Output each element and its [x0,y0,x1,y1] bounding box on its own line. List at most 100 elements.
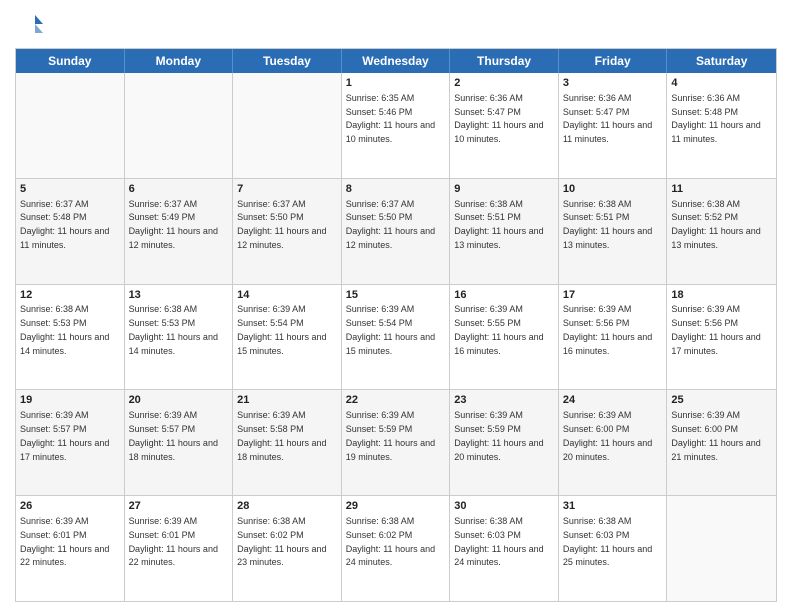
weekday-header-monday: Monday [125,49,234,73]
day-info: Sunrise: 6:38 AM Sunset: 5:51 PM Dayligh… [563,199,652,250]
calendar-cell-0-3: 1Sunrise: 6:35 AM Sunset: 5:46 PM Daylig… [342,73,451,178]
day-number: 9 [454,182,554,197]
calendar-cell-2-1: 13Sunrise: 6:38 AM Sunset: 5:53 PM Dayli… [125,285,234,390]
calendar-cell-0-6: 4 Sunrise: 6:36 AM Sunset: 5:48 PM Daylig… [667,73,776,178]
weekday-header-wednesday: Wednesday [342,49,451,73]
day-info: Sunrise: 6:38 AM Sunset: 5:53 PM Dayligh… [129,304,218,355]
day-info: Sunrise: 6:39 AM Sunset: 5:59 PM Dayligh… [346,410,435,461]
day-info: Sunrise: 6:39 AM Sunset: 5:55 PM Dayligh… [454,304,543,355]
calendar-cell-1-2: 7Sunrise: 6:37 AM Sunset: 5:50 PM Daylig… [233,179,342,284]
day-number: 26 [20,499,120,514]
day-info: Sunrise: 6:39 AM Sunset: 6:00 PM Dayligh… [563,410,652,461]
calendar-cell-0-5: 3 Sunrise: 6:36 AM Sunset: 5:47 PM Daylig… [559,73,668,178]
day-info: Sunrise: 6:36 AM Sunset: 5:48 PM Dayligh… [671,93,760,144]
day-number: 27 [129,499,229,514]
day-info: Sunrise: 6:39 AM Sunset: 6:01 PM Dayligh… [20,516,109,567]
day-number: 20 [129,393,229,408]
day-info: Sunrise: 6:39 AM Sunset: 5:57 PM Dayligh… [20,410,109,461]
weekday-header-tuesday: Tuesday [233,49,342,73]
calendar-cell-2-5: 17Sunrise: 6:39 AM Sunset: 5:56 PM Dayli… [559,285,668,390]
calendar-cell-1-6: 11 Sunrise: 6:38 AM Sunset: 5:52 PM Dayli… [667,179,776,284]
day-number: 11 [671,182,772,197]
day-info: Sunrise: 6:39 AM Sunset: 5:56 PM Dayligh… [671,304,760,355]
day-number: 18 [671,288,772,303]
calendar-cell-3-6: 25 Sunrise: 6:39 AM Sunset: 6:00 PM Dayli… [667,390,776,495]
day-info: Sunrise: 6:39 AM Sunset: 5:54 PM Dayligh… [346,304,435,355]
calendar: SundayMondayTuesdayWednesdayThursdayFrid… [15,48,777,602]
weekday-header-sunday: Sunday [16,49,125,73]
page: SundayMondayTuesdayWednesdayThursdayFrid… [0,0,792,612]
calendar-cell-0-2 [233,73,342,178]
day-number: 7 [237,182,337,197]
day-number: 13 [129,288,229,303]
calendar-header: SundayMondayTuesdayWednesdayThursdayFrid… [16,49,776,73]
calendar-cell-2-3: 15Sunrise: 6:39 AM Sunset: 5:54 PM Dayli… [342,285,451,390]
day-number: 28 [237,499,337,514]
day-number: 29 [346,499,446,514]
calendar-cell-1-1: 6 Sunrise: 6:37 AM Sunset: 5:49 PM Daylig… [125,179,234,284]
day-info: Sunrise: 6:39 AM Sunset: 5:57 PM Dayligh… [129,410,218,461]
day-number: 10 [563,182,663,197]
calendar-cell-4-2: 28 Sunrise: 6:38 AM Sunset: 6:02 PM Dayli… [233,496,342,601]
day-info: Sunrise: 6:38 AM Sunset: 6:03 PM Dayligh… [563,516,652,567]
day-info: Sunrise: 6:38 AM Sunset: 6:02 PM Dayligh… [237,516,326,567]
day-number: 5 [20,182,120,197]
weekday-header-saturday: Saturday [667,49,776,73]
day-number: 4 [671,76,772,91]
calendar-cell-4-0: 26 Sunrise: 6:39 AM Sunset: 6:01 PM Dayli… [16,496,125,601]
day-number: 25 [671,393,772,408]
day-info: Sunrise: 6:35 AM Sunset: 5:46 PM Dayligh… [346,93,435,144]
calendar-row-4: 26 Sunrise: 6:39 AM Sunset: 6:01 PM Dayli… [16,496,776,601]
day-number: 8 [346,182,446,197]
calendar-cell-0-0 [16,73,125,178]
day-number: 19 [20,393,120,408]
calendar-cell-4-1: 27 Sunrise: 6:39 AM Sunset: 6:01 PM Dayli… [125,496,234,601]
calendar-cell-3-5: 24 Sunrise: 6:39 AM Sunset: 6:00 PM Dayli… [559,390,668,495]
day-info: Sunrise: 6:38 AM Sunset: 5:53 PM Dayligh… [20,304,109,355]
calendar-cell-2-0: 12Sunrise: 6:38 AM Sunset: 5:53 PM Dayli… [16,285,125,390]
day-number: 12 [20,288,120,303]
calendar-cell-3-1: 20 Sunrise: 6:39 AM Sunset: 5:57 PM Dayli… [125,390,234,495]
calendar-cell-2-6: 18Sunrise: 6:39 AM Sunset: 5:56 PM Dayli… [667,285,776,390]
calendar-cell-2-4: 16Sunrise: 6:39 AM Sunset: 5:55 PM Dayli… [450,285,559,390]
day-info: Sunrise: 6:37 AM Sunset: 5:50 PM Dayligh… [346,199,435,250]
day-number: 24 [563,393,663,408]
day-number: 30 [454,499,554,514]
day-info: Sunrise: 6:38 AM Sunset: 5:51 PM Dayligh… [454,199,543,250]
calendar-cell-3-4: 23 Sunrise: 6:39 AM Sunset: 5:59 PM Dayli… [450,390,559,495]
calendar-row-1: 5Sunrise: 6:37 AM Sunset: 5:48 PM Daylig… [16,179,776,285]
day-number: 17 [563,288,663,303]
calendar-cell-4-4: 30 Sunrise: 6:38 AM Sunset: 6:03 PM Dayli… [450,496,559,601]
day-number: 3 [563,76,663,91]
day-info: Sunrise: 6:39 AM Sunset: 6:00 PM Dayligh… [671,410,760,461]
day-number: 21 [237,393,337,408]
day-info: Sunrise: 6:39 AM Sunset: 5:58 PM Dayligh… [237,410,326,461]
day-info: Sunrise: 6:38 AM Sunset: 6:03 PM Dayligh… [454,516,543,567]
day-number: 23 [454,393,554,408]
calendar-cell-4-6 [667,496,776,601]
calendar-cell-2-2: 14Sunrise: 6:39 AM Sunset: 5:54 PM Dayli… [233,285,342,390]
weekday-header-friday: Friday [559,49,668,73]
day-info: Sunrise: 6:39 AM Sunset: 5:54 PM Dayligh… [237,304,326,355]
calendar-cell-1-0: 5Sunrise: 6:37 AM Sunset: 5:48 PM Daylig… [16,179,125,284]
calendar-cell-0-1 [125,73,234,178]
day-number: 2 [454,76,554,91]
calendar-cell-3-2: 21 Sunrise: 6:39 AM Sunset: 5:58 PM Dayli… [233,390,342,495]
day-number: 6 [129,182,229,197]
day-info: Sunrise: 6:38 AM Sunset: 6:02 PM Dayligh… [346,516,435,567]
calendar-row-2: 12Sunrise: 6:38 AM Sunset: 5:53 PM Dayli… [16,285,776,391]
day-number: 14 [237,288,337,303]
day-info: Sunrise: 6:39 AM Sunset: 6:01 PM Dayligh… [129,516,218,567]
calendar-cell-4-5: 31Sunrise: 6:38 AM Sunset: 6:03 PM Dayli… [559,496,668,601]
day-number: 22 [346,393,446,408]
day-info: Sunrise: 6:36 AM Sunset: 5:47 PM Dayligh… [563,93,652,144]
calendar-cell-3-3: 22 Sunrise: 6:39 AM Sunset: 5:59 PM Dayli… [342,390,451,495]
day-info: Sunrise: 6:38 AM Sunset: 5:52 PM Dayligh… [671,199,760,250]
calendar-cell-4-3: 29 Sunrise: 6:38 AM Sunset: 6:02 PM Dayli… [342,496,451,601]
day-info: Sunrise: 6:39 AM Sunset: 5:59 PM Dayligh… [454,410,543,461]
calendar-cell-1-5: 10 Sunrise: 6:38 AM Sunset: 5:51 PM Dayli… [559,179,668,284]
calendar-row-3: 19 Sunrise: 6:39 AM Sunset: 5:57 PM Dayli… [16,390,776,496]
day-info: Sunrise: 6:37 AM Sunset: 5:49 PM Dayligh… [129,199,218,250]
day-number: 16 [454,288,554,303]
day-info: Sunrise: 6:36 AM Sunset: 5:47 PM Dayligh… [454,93,543,144]
